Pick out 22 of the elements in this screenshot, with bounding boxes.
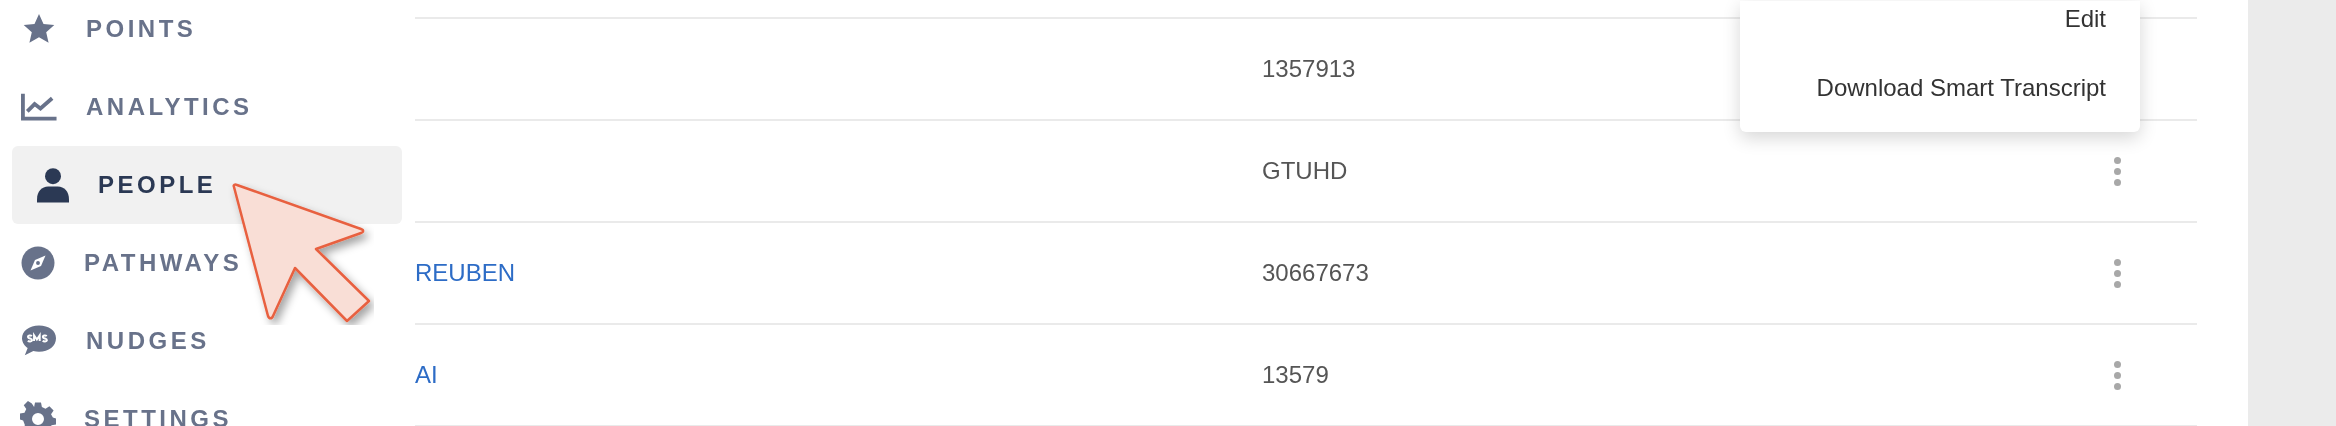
table-cell: 13579: [1262, 361, 1329, 389]
sidebar-label: NUDGES: [86, 327, 210, 355]
sidebar-label: PATHWAYS: [84, 249, 243, 277]
sidebar-label: POINTS: [86, 15, 197, 43]
sidebar-item[interactable]: ANALYTICS: [12, 68, 402, 146]
sidebar-label: ANALYTICS: [86, 93, 253, 121]
table-cell: 1357913: [1262, 55, 1356, 83]
line-chart-icon: [20, 92, 58, 122]
sidebar-item[interactable]: POINTS: [12, 0, 402, 68]
sidebar-label: PEOPLE: [98, 171, 217, 199]
person-name-link[interactable]: REUBEN: [415, 259, 516, 287]
table-cell: 30667673: [1262, 259, 1369, 287]
sidebar-item[interactable]: NUDGES: [12, 302, 402, 380]
table-cell: GTUHD: [1262, 157, 1348, 185]
sidebar-item[interactable]: PEOPLE: [12, 146, 402, 224]
menu-item[interactable]: Edit: [2064, 1, 2106, 37]
compass-icon: [20, 245, 56, 281]
person-name-link[interactable]: AI: [415, 361, 438, 389]
person-icon: [37, 167, 69, 203]
menu-item[interactable]: Download Smart Transcript: [1816, 70, 2106, 106]
sidebar-item[interactable]: PATHWAYS: [12, 224, 402, 302]
sms-bubble-icon: [20, 324, 58, 358]
